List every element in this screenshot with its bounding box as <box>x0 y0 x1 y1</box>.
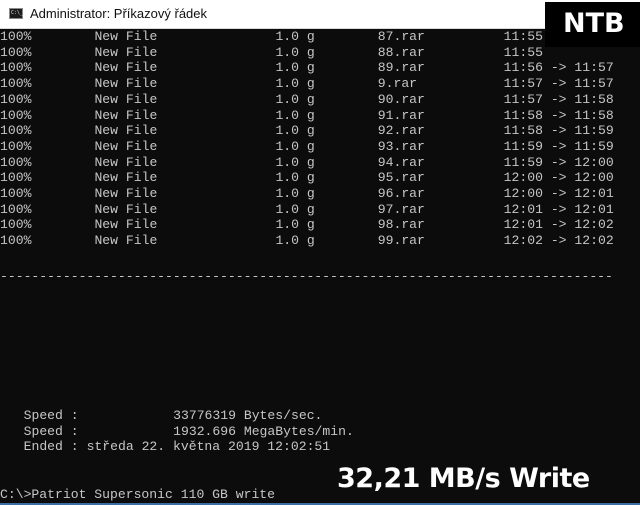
time-cell: 11:58 -> 11:58 <box>503 107 614 123</box>
size-cell: 1.0 g <box>275 138 315 154</box>
size-cell: 1.0 g <box>275 217 315 233</box>
filename-cell: 96.rar <box>377 186 425 201</box>
percent-cell: 100% <box>0 107 32 123</box>
filename-cell: 99.rar <box>377 233 425 249</box>
console-output[interactable]: 100% New File 1.0 g 87.rar 11:55 100% New File… <box>0 29 640 505</box>
stats-value: 1932.696 MegaBytes/min. <box>173 423 354 439</box>
ntb-logo-badge: NTB <box>545 2 640 47</box>
size-cell: 1.0 g <box>275 154 315 170</box>
time-cell: 11:55 <box>503 29 543 44</box>
percent-cell: 100% <box>0 76 32 92</box>
size-cell: 1.0 g <box>275 44 315 60</box>
filename-cell: 91.rar <box>377 107 425 123</box>
status-cell: New File <box>94 60 158 76</box>
status-cell: New File <box>94 123 158 139</box>
time-cell: 12:00 -> 12:01 <box>503 186 614 201</box>
stats-value: 33776319 Bytes/sec. <box>173 408 323 423</box>
size-cell: 1.0 g <box>275 91 315 107</box>
percent-cell: 100% <box>0 186 32 201</box>
percent-cell: 100% <box>0 91 32 107</box>
filename-cell: 92.rar <box>377 123 425 139</box>
size-cell: 1.0 g <box>275 201 315 217</box>
time-cell: 12:01 -> 12:01 <box>503 201 614 217</box>
size-cell: 1.0 g <box>275 60 315 76</box>
percent-cell: 100% <box>0 201 32 217</box>
percent-cell: 100% <box>0 170 32 186</box>
status-cell: New File <box>94 201 158 217</box>
filename-cell: 88.rar <box>377 44 425 60</box>
time-cell: 11:57 -> 11:58 <box>503 91 614 107</box>
status-cell: New File <box>94 154 158 170</box>
status-cell: New File <box>94 186 158 201</box>
time-cell: 11:57 -> 11:57 <box>503 76 614 92</box>
filename-cell: 94.rar <box>377 154 425 170</box>
write-speed-overlay: 32,21 MB/s Write <box>337 463 590 494</box>
percent-cell: 100% <box>0 233 32 249</box>
size-cell: 1.0 g <box>275 76 315 92</box>
size-cell: 1.0 g <box>275 107 315 123</box>
time-cell: 12:02 -> 12:02 <box>503 233 614 249</box>
status-cell: New File <box>94 29 158 44</box>
separator-line: ----------------------------------------… <box>0 269 613 284</box>
time-cell: 12:01 -> 12:02 <box>503 217 614 233</box>
stats-label: Speed : <box>23 408 79 423</box>
status-cell: New File <box>94 217 158 233</box>
percent-cell: 100% <box>0 138 32 154</box>
ntb-logo-text: NTB <box>563 8 625 39</box>
filename-cell: 95.rar <box>377 170 425 186</box>
stats-label: Speed : <box>23 423 79 439</box>
stats-value: středa 22. května 2019 12:02:51 <box>86 439 331 455</box>
status-cell: New File <box>94 170 158 186</box>
status-cell: New File <box>94 91 158 107</box>
cmd-icon: C:\_ <box>9 8 23 19</box>
status-cell: New File <box>94 44 158 60</box>
size-cell: 1.0 g <box>275 233 315 249</box>
time-cell: 12:00 -> 12:00 <box>503 170 614 186</box>
percent-cell: 100% <box>0 29 32 44</box>
time-cell: 11:55 <box>503 44 543 60</box>
time-cell: 11:59 -> 11:59 <box>503 138 614 154</box>
percent-cell: 100% <box>0 60 32 76</box>
percent-cell: 100% <box>0 154 32 170</box>
command-prompt[interactable]: C:\>Patriot Supersonic 110 GB write <box>0 487 275 503</box>
percent-cell: 100% <box>0 217 32 233</box>
filename-cell: 87.rar <box>377 29 425 44</box>
size-cell: 1.0 g <box>275 170 315 186</box>
size-cell: 1.0 g <box>275 123 315 139</box>
size-cell: 1.0 g <box>275 186 315 201</box>
window-title-bar[interactable]: C:\_ Administrator: Příkazový řádek <box>0 0 640 29</box>
filename-cell: 98.rar <box>377 217 425 233</box>
time-cell: 11:59 -> 12:00 <box>503 154 614 170</box>
status-cell: New File <box>94 107 158 123</box>
status-cell: New File <box>94 138 158 154</box>
time-cell: 11:56 -> 11:57 <box>503 60 614 76</box>
time-cell: 11:58 -> 11:59 <box>503 123 614 139</box>
percent-cell: 100% <box>0 123 32 139</box>
filename-cell: 90.rar <box>377 91 425 107</box>
status-cell: New File <box>94 233 158 249</box>
filename-cell: 9.rar <box>377 76 418 92</box>
window-title: Administrator: Příkazový řádek <box>30 6 208 21</box>
status-cell: New File <box>94 76 158 92</box>
percent-cell: 100% <box>0 44 32 60</box>
stats-label: Ended : <box>23 439 79 455</box>
filename-cell: 89.rar <box>377 60 425 76</box>
filename-cell: 93.rar <box>377 138 425 154</box>
filename-cell: 97.rar <box>377 201 425 217</box>
size-cell: 1.0 g <box>275 29 315 44</box>
